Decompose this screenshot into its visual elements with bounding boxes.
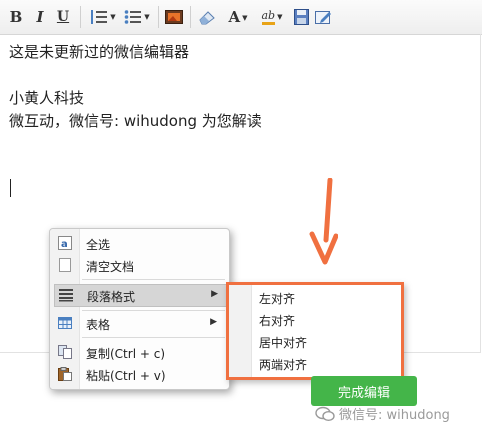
ordered-list-button[interactable]: ▼ (88, 7, 118, 27)
editor-line: 小黄人科技 (9, 89, 85, 107)
unordered-list-icon (124, 10, 142, 24)
clear-document-icon (59, 258, 71, 272)
highlight-color-button[interactable]: ab ▼ (256, 7, 288, 27)
done-editing-button[interactable]: 完成编辑 (311, 376, 417, 406)
eraser-button[interactable] (197, 7, 217, 27)
chevron-down-icon: ▼ (144, 13, 150, 21)
ordered-list-icon (91, 10, 108, 24)
menu-gutter (229, 285, 252, 377)
context-menu: a 全选 清空文档 段落格式 ▶ 表格 ▶ 复制(Ctrl + c) 粘贴(Ct… (49, 228, 230, 390)
menu-item-table[interactable]: 表格 ▶ (54, 313, 225, 334)
editor-line: 这是未更新过的微信编辑器 (9, 43, 190, 61)
text-cursor (10, 179, 11, 197)
menu-item-copy[interactable]: 复制(Ctrl + c) (54, 342, 225, 363)
menu-divider (82, 337, 225, 338)
save-icon (293, 9, 309, 25)
toolbar-divider (190, 6, 191, 28)
chevron-down-icon: ▼ (110, 13, 116, 21)
image-icon (165, 10, 183, 24)
arrow-annotation-icon (309, 178, 338, 265)
menu-item-label: 全选 (86, 238, 111, 252)
font-color-button[interactable]: A ▼ (225, 7, 251, 27)
menu-item-label: 清空文档 (86, 260, 135, 274)
paragraph-icon (59, 289, 73, 302)
menu-item-paste[interactable]: 粘贴(Ctrl + v) (54, 364, 225, 385)
menu-item-clear-document[interactable]: 清空文档 (54, 255, 225, 276)
unordered-list-button[interactable]: ▼ (121, 7, 153, 27)
menu-item-label: 粘贴(Ctrl + v) (86, 369, 166, 383)
paste-icon (58, 367, 72, 381)
wechat-logo-icon (315, 406, 335, 421)
save-button[interactable] (292, 7, 310, 27)
edit-button[interactable] (314, 7, 332, 27)
chevron-down-icon: ▼ (242, 12, 248, 22)
submenu-item-align-center[interactable]: 居中对齐 (259, 334, 307, 351)
submenu-item-justify[interactable]: 两端对齐 (259, 356, 307, 373)
underline-button[interactable]: U (55, 7, 71, 27)
chevron-down-icon: ▼ (277, 13, 283, 21)
submenu-item-align-left[interactable]: 左对齐 (259, 290, 295, 307)
menu-item-label: 表格 (86, 318, 111, 332)
watermark: 微信号: wihudong (315, 404, 450, 423)
font-color-icon: A (228, 8, 241, 26)
editor-line: 微互动，微信号: wihudong 为您解读 (9, 112, 262, 130)
editor-toolbar: B I U ▼ ▼ A ▼ ab ▼ (0, 0, 482, 35)
submenu-arrow-icon: ▶ (210, 317, 217, 327)
eraser-icon (199, 11, 215, 25)
edit-icon (314, 11, 331, 24)
italic-button[interactable]: I (32, 7, 48, 27)
watermark-text: 微信号: wihudong (339, 408, 450, 423)
menu-item-label: 段落格式 (87, 290, 136, 304)
submenu-item-align-right[interactable]: 右对齐 (259, 312, 295, 329)
svg-text:a: a (61, 239, 68, 250)
menu-item-paragraph-format[interactable]: 段落格式 ▶ (54, 284, 227, 307)
menu-item-select-all[interactable]: a 全选 (54, 233, 225, 254)
menu-divider (82, 279, 225, 280)
toolbar-divider (158, 6, 159, 28)
table-icon (58, 317, 72, 329)
menu-divider (82, 310, 225, 311)
insert-image-button[interactable] (164, 7, 184, 27)
highlight-icon: ab (261, 9, 276, 25)
bold-button[interactable]: B (7, 7, 25, 27)
select-all-icon: a (58, 236, 72, 250)
toolbar-divider (80, 6, 81, 28)
menu-item-label: 复制(Ctrl + c) (86, 347, 165, 361)
copy-icon (58, 345, 72, 359)
paragraph-format-submenu: 左对齐 右对齐 居中对齐 两端对齐 (226, 282, 404, 380)
submenu-arrow-icon: ▶ (211, 289, 218, 299)
